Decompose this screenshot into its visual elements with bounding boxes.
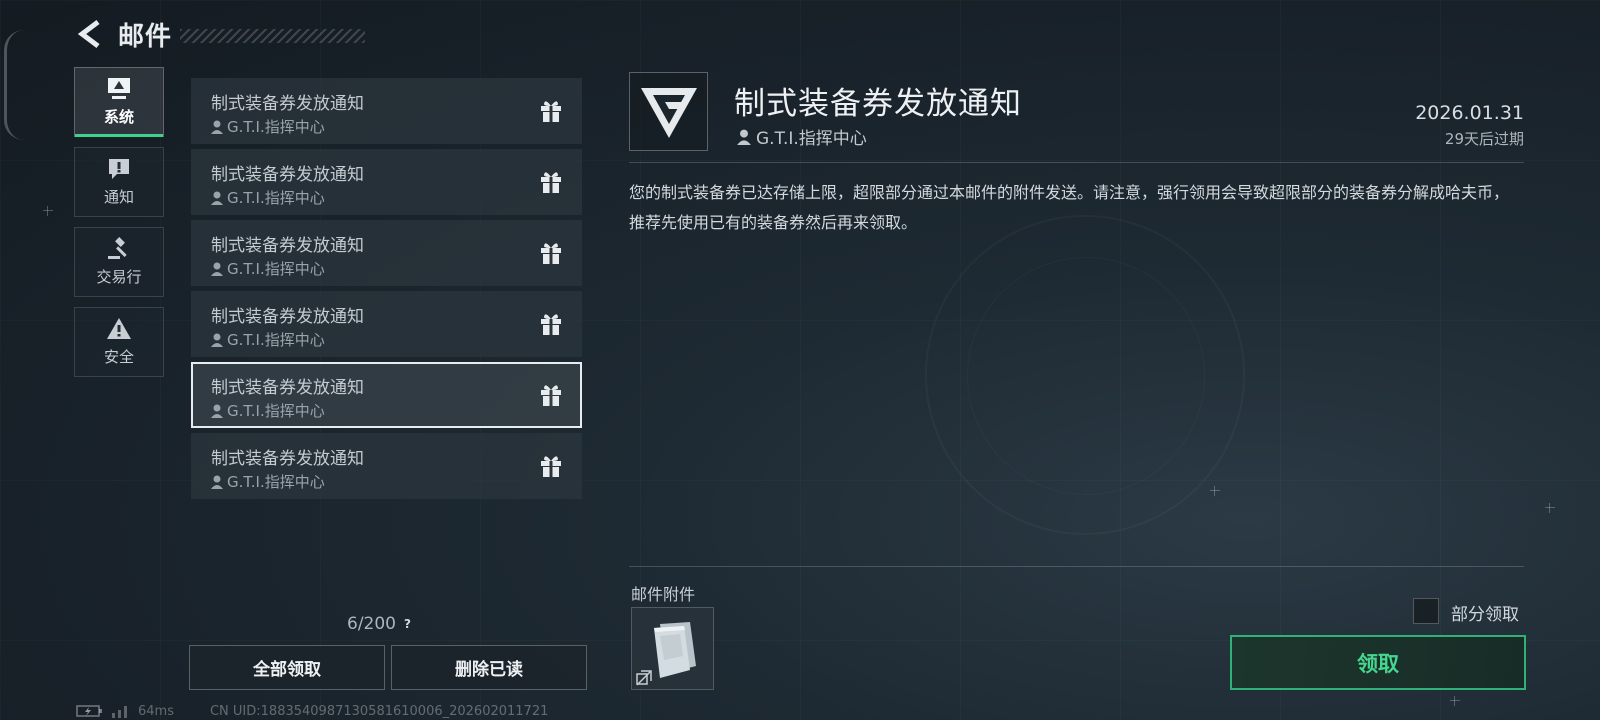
delete-read-button[interactable]: 删除已读 <box>391 645 587 690</box>
divider <box>629 566 1524 567</box>
gift-icon <box>541 243 561 264</box>
decor-crosshair <box>1450 696 1460 706</box>
category-system[interactable]: 系统 <box>74 67 164 137</box>
mail-sender: G.T.I.指挥中心 <box>211 258 582 279</box>
sender-logo <box>629 72 708 151</box>
attachment-item[interactable] <box>631 607 714 690</box>
gift-icon <box>541 314 561 335</box>
mail-item[interactable]: 制式装备券发放通知 G.T.I.指挥中心 <box>191 433 582 499</box>
battery-icon <box>76 705 102 717</box>
decor-crosshair <box>1210 486 1220 496</box>
mail-title: 制式装备券发放通知 <box>211 236 364 256</box>
mail-sender-name: G.T.I.指挥中心 <box>227 260 325 278</box>
detail-date: 2026.01.31 <box>1415 102 1524 124</box>
gift-icon <box>541 101 561 122</box>
mail-item[interactable]: 制式装备券发放通知 G.T.I.指挥中心 <box>191 220 582 286</box>
uid-text: CN UID:1883540987130581610006_2026020117… <box>209 703 549 719</box>
detail-sender: G.T.I.指挥中心 <box>737 124 867 149</box>
gift-icon <box>541 172 561 193</box>
partial-claim-label: 部分领取 <box>1451 605 1519 625</box>
mail-title: 制式装备券发放通知 <box>211 94 364 114</box>
background-emblem <box>925 215 1245 535</box>
page-title: 邮件 <box>118 21 173 52</box>
claim-button[interactable]: 领取 <box>1230 635 1526 690</box>
mail-sender: G.T.I.指挥中心 <box>211 187 582 208</box>
header-stripes <box>180 29 366 43</box>
category-notice[interactable]: 通知 <box>74 147 164 217</box>
category-label: 系统 <box>103 108 134 126</box>
warning-icon <box>107 318 131 339</box>
user-icon <box>211 475 223 489</box>
mail-list: 制式装备券发放通知 G.T.I.指挥中心 制式装备券发放通知 G.T.I.指挥中… <box>191 78 582 504</box>
category-label: 通知 <box>103 188 134 206</box>
mail-item[interactable]: 制式装备券发放通知 G.T.I.指挥中心 <box>191 78 582 144</box>
mail-sender-name: G.T.I.指挥中心 <box>227 331 325 349</box>
mail-count: 6/200 ? <box>347 614 411 634</box>
decor-crosshair <box>43 206 53 216</box>
help-icon[interactable]: ? <box>404 617 411 631</box>
no-trade-icon <box>636 670 652 686</box>
gti-logo-icon <box>640 87 697 138</box>
mail-item[interactable]: 制式装备券发放通知 G.T.I.指挥中心 <box>191 149 582 215</box>
user-icon <box>211 404 223 418</box>
mail-sender-name: G.T.I.指挥中心 <box>227 473 325 491</box>
gavel-icon <box>108 237 127 259</box>
status-bar: 64ms CN UID:1883540987130581610006_20260… <box>76 703 548 719</box>
detail-expire: 29天后过期 <box>1444 130 1524 148</box>
mail-sender-name: G.T.I.指挥中心 <box>227 189 325 207</box>
detail-title: 制式装备券发放通知 <box>734 86 1022 122</box>
monitor-icon <box>108 78 130 99</box>
mail-sender: G.T.I.指挥中心 <box>211 329 582 350</box>
category-trade[interactable]: 交易行 <box>74 227 164 297</box>
mail-title: 制式装备券发放通知 <box>211 378 364 398</box>
category-label: 安全 <box>103 348 134 366</box>
mail-count-value: 6/200 <box>347 614 396 634</box>
gift-icon <box>541 385 561 406</box>
mail-sender: G.T.I.指挥中心 <box>211 471 582 492</box>
divider <box>629 162 1524 163</box>
mail-sender-name: G.T.I.指挥中心 <box>227 118 325 136</box>
back-button[interactable] <box>74 19 104 49</box>
category-label: 交易行 <box>96 268 142 286</box>
signal-icon <box>112 706 127 718</box>
user-icon <box>211 191 223 205</box>
mail-item-selected[interactable]: 制式装备券发放通知 G.T.I.指挥中心 <box>191 362 582 428</box>
mail-title: 制式装备券发放通知 <box>211 165 364 185</box>
user-icon <box>737 129 751 145</box>
notice-icon <box>109 159 129 179</box>
claim-all-button[interactable]: 全部领取 <box>189 645 385 690</box>
gift-icon <box>541 456 561 477</box>
user-icon <box>211 333 223 347</box>
category-security[interactable]: 安全 <box>74 307 164 377</box>
mail-sender: G.T.I.指挥中心 <box>211 400 582 421</box>
decor-arc <box>4 30 26 140</box>
mail-item[interactable]: 制式装备券发放通知 G.T.I.指挥中心 <box>191 291 582 357</box>
mail-title: 制式装备券发放通知 <box>211 449 364 469</box>
detail-sender-name: G.T.I.指挥中心 <box>756 129 867 149</box>
back-arrow-icon <box>77 20 100 48</box>
decor-crosshair <box>1545 503 1555 513</box>
user-icon <box>211 120 223 134</box>
attachments-label: 邮件附件 <box>631 585 696 604</box>
mail-title: 制式装备券发放通知 <box>211 307 364 327</box>
user-icon <box>211 262 223 276</box>
mail-sender: G.T.I.指挥中心 <box>211 116 582 137</box>
detail-body: 您的制式装备券已达存储上限，超限部分通过本邮件的附件发送。请注意，强行领用会导致… <box>629 183 1510 232</box>
ping-text: 64ms <box>138 703 174 719</box>
mail-sender-name: G.T.I.指挥中心 <box>227 402 325 420</box>
partial-claim-checkbox[interactable] <box>1413 598 1439 624</box>
category-nav: 系统 通知 交易行 安全 <box>74 67 166 387</box>
page-header: 邮件 <box>74 14 366 54</box>
